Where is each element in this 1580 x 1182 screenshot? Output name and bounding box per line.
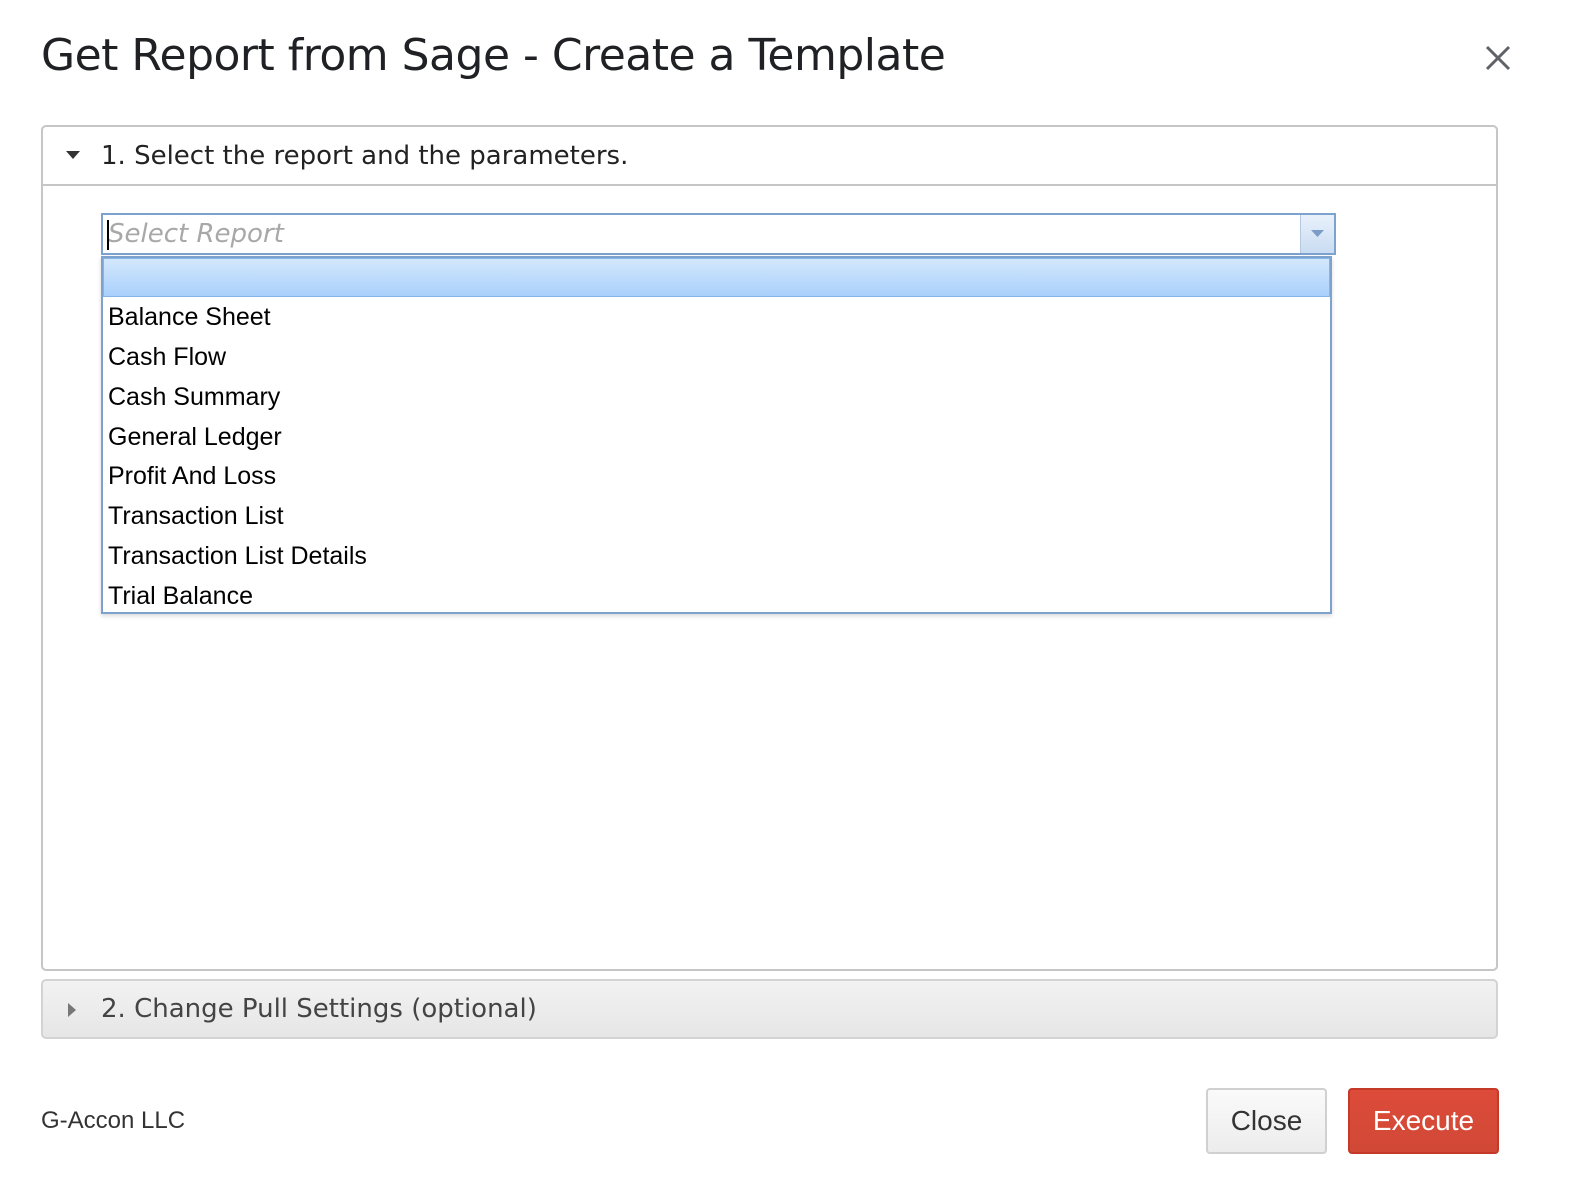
step2-panel[interactable]: 2. Change Pull Settings (optional) [41, 979, 1498, 1039]
close-icon[interactable] [1482, 42, 1514, 74]
footer-brand: G-Accon LLC [41, 1107, 186, 1134]
dropdown-option[interactable]: Balance Sheet [103, 297, 1330, 337]
dropdown-option[interactable]: Cash Flow [103, 337, 1330, 377]
dropdown-option-blank[interactable] [103, 258, 1330, 297]
caret-right-icon [67, 1002, 77, 1023]
dropdown-option[interactable]: Cash Summary [103, 377, 1330, 417]
text-cursor [107, 220, 109, 250]
dropdown-option[interactable]: Transaction List [103, 496, 1330, 536]
create-template-dialog: Get Report from Sage - Create a Template… [0, 0, 1580, 1182]
report-select[interactable] [101, 213, 1336, 255]
dialog-title: Get Report from Sage - Create a Template [41, 30, 946, 81]
execute-button[interactable]: Execute [1348, 1088, 1499, 1154]
dropdown-option[interactable]: Transaction List Details [103, 536, 1330, 576]
report-select-input[interactable] [103, 215, 1299, 253]
step2-title: 2. Change Pull Settings (optional) [101, 994, 537, 1024]
dropdown-option[interactable]: General Ledger [103, 417, 1330, 457]
dropdown-option[interactable]: Trial Balance [103, 576, 1330, 616]
step1-header[interactable]: 1. Select the report and the parameters. [43, 127, 1496, 186]
report-select-toggle[interactable] [1300, 215, 1334, 253]
dropdown-option[interactable]: Profit And Loss [103, 456, 1330, 496]
step1-title: 1. Select the report and the parameters. [101, 141, 629, 171]
close-button[interactable]: Close [1206, 1088, 1327, 1154]
step1-panel: 1. Select the report and the parameters.… [41, 125, 1498, 971]
report-dropdown-list: Balance Sheet Cash Flow Cash Summary Gen… [101, 256, 1332, 614]
caret-down-icon [65, 147, 81, 165]
chevron-down-icon [1311, 230, 1324, 237]
